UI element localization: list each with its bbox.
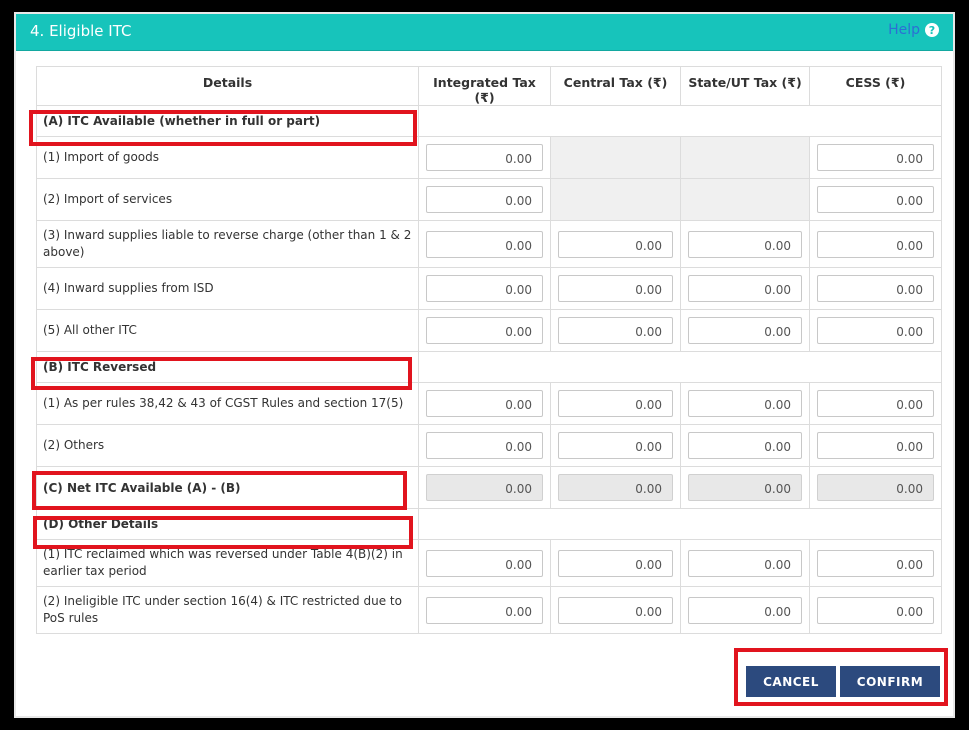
d1-integrated-tax-input[interactable]: 0.00 xyxy=(426,549,543,577)
table-row: (5) All other ITC 0.00 0.00 0.00 0.00 xyxy=(36,309,942,352)
d2-state-tax-input[interactable]: 0.00 xyxy=(688,596,802,624)
col-header-state-ut-tax: State/UT Tax (₹) xyxy=(680,66,810,106)
table-row: (4) Inward supplies from ISD 0.00 0.00 0… xyxy=(36,267,942,310)
a4-integrated-tax-input[interactable]: 0.00 xyxy=(426,275,543,302)
a4-central-tax-input[interactable]: 0.00 xyxy=(558,275,673,302)
net-itc-state-tax: 0.00 xyxy=(688,474,802,501)
table-row: (2) Others 0.00 0.00 0.00 0.00 xyxy=(36,424,942,467)
row-label: (3) Inward supplies liable to reverse ch… xyxy=(36,220,419,268)
section-row-a: (A) ITC Available (whether in full or pa… xyxy=(36,105,942,137)
eligible-itc-table: Details Integrated Tax (₹) Central Tax (… xyxy=(36,66,942,634)
a5-cess-input[interactable]: 0.00 xyxy=(817,317,934,344)
table-row: (1) ITC reclaimed which was reversed und… xyxy=(36,539,942,587)
row-label: (4) Inward supplies from ISD xyxy=(36,267,419,310)
section-label-b: (B) ITC Reversed xyxy=(36,351,419,383)
a5-central-tax-input[interactable]: 0.00 xyxy=(558,317,673,344)
section-row-b-spacer xyxy=(418,351,942,383)
panel-title: 4. Eligible ITC xyxy=(30,22,132,40)
help-link[interactable]: Help ? xyxy=(888,22,939,38)
cancel-button[interactable]: CANCEL xyxy=(746,666,836,697)
row-label: (1) Import of goods xyxy=(36,136,419,179)
col-header-integrated-tax: Integrated Tax (₹) xyxy=(418,66,551,106)
section-label-c: (C) Net ITC Available (A) - (B) xyxy=(36,466,419,509)
d2-cess-input[interactable]: 0.00 xyxy=(817,596,934,624)
a2-central-tax-disabled xyxy=(550,178,681,221)
row-label: (5) All other ITC xyxy=(36,309,419,352)
b2-integrated-tax-input[interactable]: 0.00 xyxy=(426,432,543,459)
a1-integrated-tax-input[interactable]: 0.00 xyxy=(426,144,543,171)
section-row-c: (C) Net ITC Available (A) - (B) 0.00 0.0… xyxy=(36,466,942,509)
row-label: (1) ITC reclaimed which was reversed und… xyxy=(36,539,419,587)
b2-cess-input[interactable]: 0.00 xyxy=(817,432,934,459)
confirm-button[interactable]: CONFIRM xyxy=(840,666,940,697)
help-label: Help xyxy=(888,22,920,38)
net-itc-integrated-tax: 0.00 xyxy=(426,474,543,501)
table-row: (2) Ineligible ITC under section 16(4) &… xyxy=(36,586,942,634)
d2-central-tax-input[interactable]: 0.00 xyxy=(558,596,673,624)
section-row-a-spacer xyxy=(418,105,942,137)
a5-integrated-tax-input[interactable]: 0.00 xyxy=(426,317,543,344)
b1-central-tax-input[interactable]: 0.00 xyxy=(558,390,673,417)
col-header-cess: CESS (₹) xyxy=(809,66,942,106)
b2-central-tax-input[interactable]: 0.00 xyxy=(558,432,673,459)
net-itc-cess: 0.00 xyxy=(817,474,934,501)
b2-state-tax-input[interactable]: 0.00 xyxy=(688,432,802,459)
row-label: (2) Ineligible ITC under section 16(4) &… xyxy=(36,586,419,634)
d1-central-tax-input[interactable]: 0.00 xyxy=(558,549,673,577)
section-row-d: (D) Other Details xyxy=(36,508,942,540)
row-label: (1) As per rules 38,42 & 43 of CGST Rule… xyxy=(36,382,419,425)
net-itc-central-tax: 0.00 xyxy=(558,474,673,501)
col-header-central-tax: Central Tax (₹) xyxy=(550,66,681,106)
panel-header: 4. Eligible ITC Help ? xyxy=(16,14,953,51)
a1-central-tax-disabled xyxy=(550,136,681,179)
a4-cess-input[interactable]: 0.00 xyxy=(817,275,934,302)
a1-cess-input[interactable]: 0.00 xyxy=(817,144,934,171)
section-row-d-spacer xyxy=(418,508,942,540)
b1-integrated-tax-input[interactable]: 0.00 xyxy=(426,390,543,417)
eligible-itc-panel: 4. Eligible ITC Help ? Details Integrate… xyxy=(14,12,955,718)
a4-state-tax-input[interactable]: 0.00 xyxy=(688,275,802,302)
section-label-d: (D) Other Details xyxy=(36,508,419,540)
table-row: (2) Import of services 0.00 0.00 xyxy=(36,178,942,221)
help-icon: ? xyxy=(925,23,939,37)
b1-state-tax-input[interactable]: 0.00 xyxy=(688,390,802,417)
table-row: (3) Inward supplies liable to reverse ch… xyxy=(36,220,942,268)
a3-state-tax-input[interactable]: 0.00 xyxy=(688,230,802,258)
a3-cess-input[interactable]: 0.00 xyxy=(817,230,934,258)
row-label: (2) Import of services xyxy=(36,178,419,221)
a3-central-tax-input[interactable]: 0.00 xyxy=(558,230,673,258)
a2-cess-input[interactable]: 0.00 xyxy=(817,186,934,213)
table-header-row: Details Integrated Tax (₹) Central Tax (… xyxy=(36,66,942,106)
a3-integrated-tax-input[interactable]: 0.00 xyxy=(426,230,543,258)
table-row: (1) Import of goods 0.00 0.00 xyxy=(36,136,942,179)
section-row-b: (B) ITC Reversed xyxy=(36,351,942,383)
table-row: (1) As per rules 38,42 & 43 of CGST Rule… xyxy=(36,382,942,425)
col-header-details: Details xyxy=(36,66,419,106)
d1-cess-input[interactable]: 0.00 xyxy=(817,549,934,577)
section-label-a: (A) ITC Available (whether in full or pa… xyxy=(36,105,419,137)
a2-integrated-tax-input[interactable]: 0.00 xyxy=(426,186,543,213)
d2-integrated-tax-input[interactable]: 0.00 xyxy=(426,596,543,624)
a5-state-tax-input[interactable]: 0.00 xyxy=(688,317,802,344)
row-label: (2) Others xyxy=(36,424,419,467)
a1-state-tax-disabled xyxy=(680,136,810,179)
a2-state-tax-disabled xyxy=(680,178,810,221)
d1-state-tax-input[interactable]: 0.00 xyxy=(688,549,802,577)
b1-cess-input[interactable]: 0.00 xyxy=(817,390,934,417)
